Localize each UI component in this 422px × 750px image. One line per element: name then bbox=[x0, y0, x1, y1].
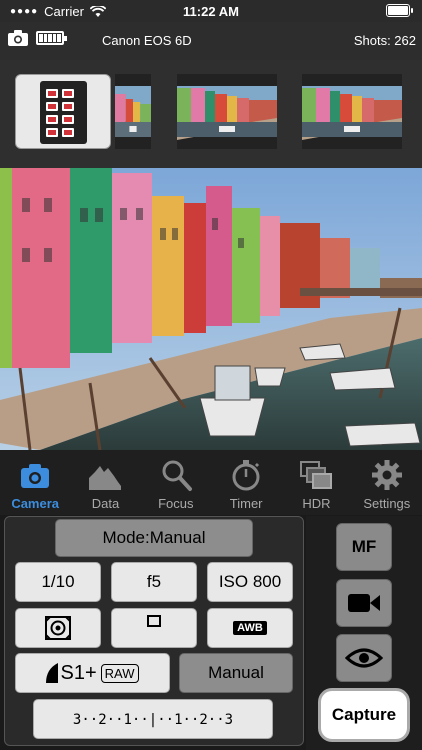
hdr-icon bbox=[300, 461, 333, 489]
side-controls: MF Capture bbox=[306, 516, 422, 750]
live-view[interactable] bbox=[0, 168, 422, 450]
tab-bar: Camera Data Focus Timer HDR Settings bbox=[0, 450, 422, 515]
live-view-button[interactable] bbox=[336, 634, 392, 682]
tab-data[interactable]: Data bbox=[70, 450, 140, 515]
aperture-button[interactable]: f5 bbox=[111, 562, 197, 602]
camera-control-panel: Mode:Manual 1/10 f5 ISO 800 AWB S1+ RAW … bbox=[4, 516, 304, 746]
camera-model: Canon EOS 6D bbox=[102, 33, 192, 48]
awb-icon: AWB bbox=[233, 621, 267, 635]
raw-icon: RAW bbox=[100, 663, 139, 683]
phone-battery-icon bbox=[386, 4, 413, 17]
thumbnail-1[interactable] bbox=[115, 74, 151, 149]
clock: 11:22 AM bbox=[183, 4, 239, 19]
video-camera-icon bbox=[348, 594, 380, 612]
shutter-speed-button[interactable]: 1/10 bbox=[15, 562, 101, 602]
mode-button[interactable]: Mode:Manual bbox=[55, 519, 253, 557]
video-button[interactable] bbox=[336, 579, 392, 627]
thumbnail-3[interactable] bbox=[302, 74, 402, 149]
status-bar: ●●●● Carrier 11:22 AM bbox=[0, 0, 422, 22]
thumbnail-strip bbox=[0, 60, 422, 168]
af-point-icon bbox=[147, 615, 161, 627]
exposure-scale-labels: 3··2··1··|··1··2··3 bbox=[72, 712, 234, 728]
manual-focus-button[interactable]: MF bbox=[336, 523, 392, 571]
shot-count: Shots: 262 bbox=[353, 33, 416, 48]
histogram-icon bbox=[89, 466, 122, 490]
iso-button[interactable]: ISO 800 bbox=[207, 562, 293, 602]
camera-status-icon bbox=[8, 30, 28, 46]
image-quality-button[interactable]: S1+ RAW bbox=[15, 653, 170, 693]
camera-icon bbox=[21, 464, 50, 488]
gear-icon bbox=[371, 460, 402, 490]
tab-focus[interactable]: Focus bbox=[141, 450, 211, 515]
metering-icon bbox=[45, 616, 71, 640]
magnifier-icon bbox=[162, 460, 192, 491]
eye-icon bbox=[345, 648, 383, 668]
sd-card-button[interactable] bbox=[15, 74, 111, 149]
thumbnail-2[interactable] bbox=[177, 74, 277, 149]
af-point-button[interactable] bbox=[111, 608, 197, 648]
capture-button[interactable]: Capture bbox=[318, 688, 410, 742]
sd-card-icon bbox=[40, 81, 87, 144]
tab-hdr[interactable]: HDR bbox=[281, 450, 351, 515]
tab-camera[interactable]: Camera bbox=[0, 450, 70, 515]
focus-mode-button[interactable]: Manual bbox=[179, 653, 293, 693]
stopwatch-icon bbox=[232, 460, 260, 491]
white-balance-button[interactable]: AWB bbox=[207, 608, 293, 648]
quality-size-icon bbox=[46, 663, 59, 683]
metering-button[interactable] bbox=[15, 608, 101, 648]
exposure-scale[interactable]: 3··2··1··|··1··2··3 bbox=[33, 699, 273, 739]
camera-header: Canon EOS 6D Shots: 262 bbox=[0, 22, 422, 60]
camera-battery-icon bbox=[36, 31, 67, 45]
tab-timer[interactable]: Timer bbox=[211, 450, 281, 515]
tab-settings[interactable]: Settings bbox=[352, 450, 422, 515]
